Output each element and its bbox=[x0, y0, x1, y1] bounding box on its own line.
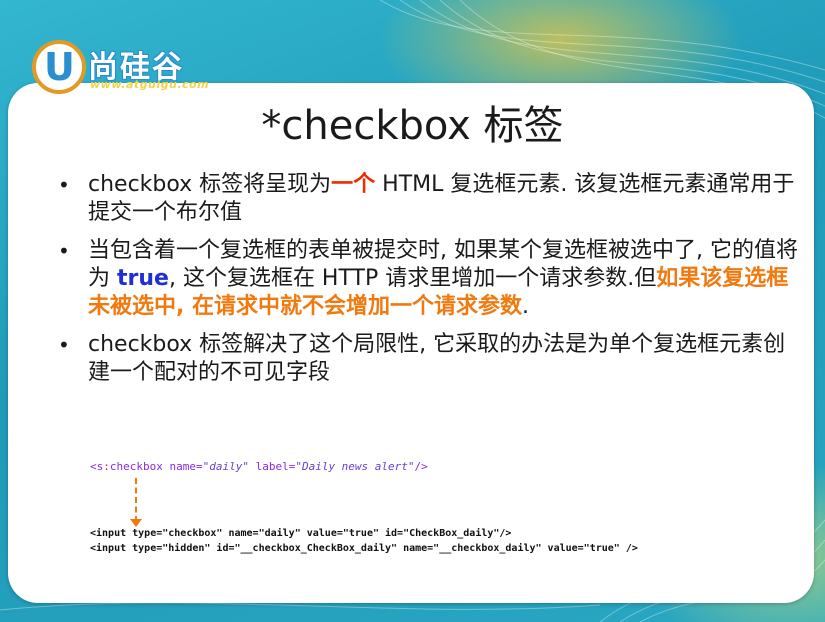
bullet-dot-icon: • bbox=[58, 333, 70, 357]
bullet-2-true-keyword: true bbox=[117, 266, 169, 291]
source-code-snippet: <s:checkbox name="daily" label="Daily ne… bbox=[90, 460, 428, 473]
atguigu-logo: U 尚硅谷 www.atguigu.com bbox=[32, 40, 222, 100]
code-tag-open: <s:checkbox bbox=[90, 460, 170, 473]
bullet-dot-icon: • bbox=[58, 239, 70, 263]
bullet-item-1: • checkbox 标签将呈现为一个 HTML 复选框元素. 该复选框元素通常… bbox=[58, 171, 798, 227]
code-val-name: "daily" bbox=[202, 460, 249, 473]
bullet-2-part-5: . bbox=[522, 294, 530, 319]
bullet-item-2: • 当包含着一个复选框的表单被提交时, 如果某个复选框被选中了, 它的值将为 t… bbox=[58, 237, 798, 321]
output-line-1: <input type="checkbox" name="daily" valu… bbox=[90, 528, 512, 539]
code-val-label: "Daily news alert" bbox=[295, 460, 415, 473]
bullet-1-emphasis: 一个 bbox=[331, 172, 376, 197]
bullet-3-text: checkbox 标签解决了这个局限性, 它采取的办法是为单个复选框元素创建一个… bbox=[88, 332, 786, 385]
bullet-1-part-1: checkbox 标签将呈现为 bbox=[88, 172, 332, 197]
logo-url: www.atguigu.com bbox=[90, 78, 210, 91]
code-attr-name: name= bbox=[169, 460, 203, 473]
output-line-2: <input type="hidden" id="__checkbox_Chec… bbox=[90, 543, 638, 554]
dashed-arrow-line bbox=[135, 478, 139, 522]
logo-circle-icon: U bbox=[32, 40, 86, 94]
code-attr-label: label= bbox=[248, 460, 296, 473]
bullet-dot-icon: • bbox=[58, 173, 70, 197]
code-tag-close: /> bbox=[414, 460, 428, 473]
logo-letter: U bbox=[44, 45, 75, 89]
slide-title: *checkbox 标签 bbox=[261, 103, 564, 149]
bullet-list: • checkbox 标签将呈现为一个 HTML 复选框元素. 该复选框元素通常… bbox=[58, 171, 798, 397]
rendered-html-snippet: <input type="checkbox" name="daily" valu… bbox=[90, 526, 638, 556]
bullet-item-3: • checkbox 标签解决了这个局限性, 它采取的办法是为单个复选框元素创建… bbox=[58, 331, 798, 387]
bullet-2-part-3: , 这个复选框在 HTTP 请求里增加一个请求参数.但 bbox=[168, 266, 657, 291]
